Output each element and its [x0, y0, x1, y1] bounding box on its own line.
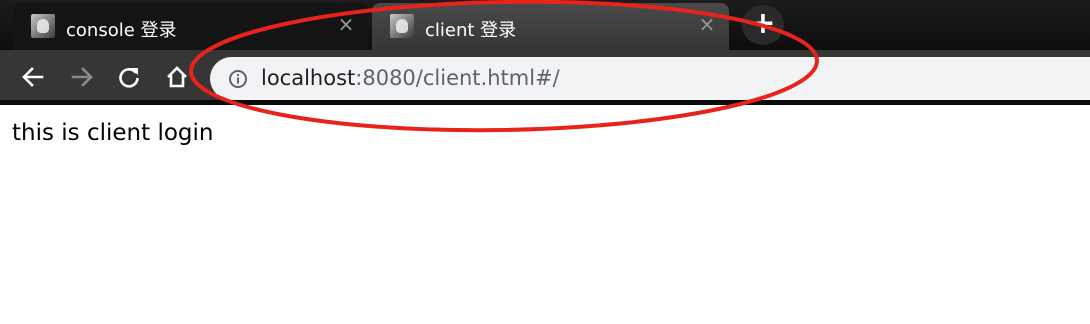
close-icon[interactable]: ×	[697, 13, 717, 35]
info-icon[interactable]	[228, 69, 248, 89]
tab-client-login[interactable]: client 登录 ×	[372, 3, 729, 50]
close-icon[interactable]: ×	[336, 13, 356, 35]
forward-icon[interactable]	[69, 64, 95, 90]
tab-console-login[interactable]: console 登录 ×	[13, 3, 368, 50]
toolbar-divider	[0, 100, 1090, 105]
tab-title: client 登录	[425, 20, 517, 41]
reload-icon[interactable]	[116, 64, 142, 90]
site-favicon-icon	[31, 14, 55, 38]
new-tab-button[interactable]: +	[742, 5, 784, 45]
site-favicon-icon	[390, 14, 414, 38]
tab-strip: console 登录 × client 登录 × +	[0, 0, 1090, 50]
back-icon[interactable]	[20, 64, 46, 90]
address-url[interactable]: localhost:8080/client.html#/	[261, 65, 560, 91]
home-icon[interactable]	[164, 64, 190, 90]
address-bar[interactable]: localhost:8080/client.html#/	[210, 57, 1090, 100]
page-body-text: this is client login	[12, 120, 214, 146]
url-host: localhost	[261, 66, 356, 90]
url-path: :8080/client.html#/	[355, 66, 560, 90]
tab-title: console 登录	[66, 20, 177, 41]
